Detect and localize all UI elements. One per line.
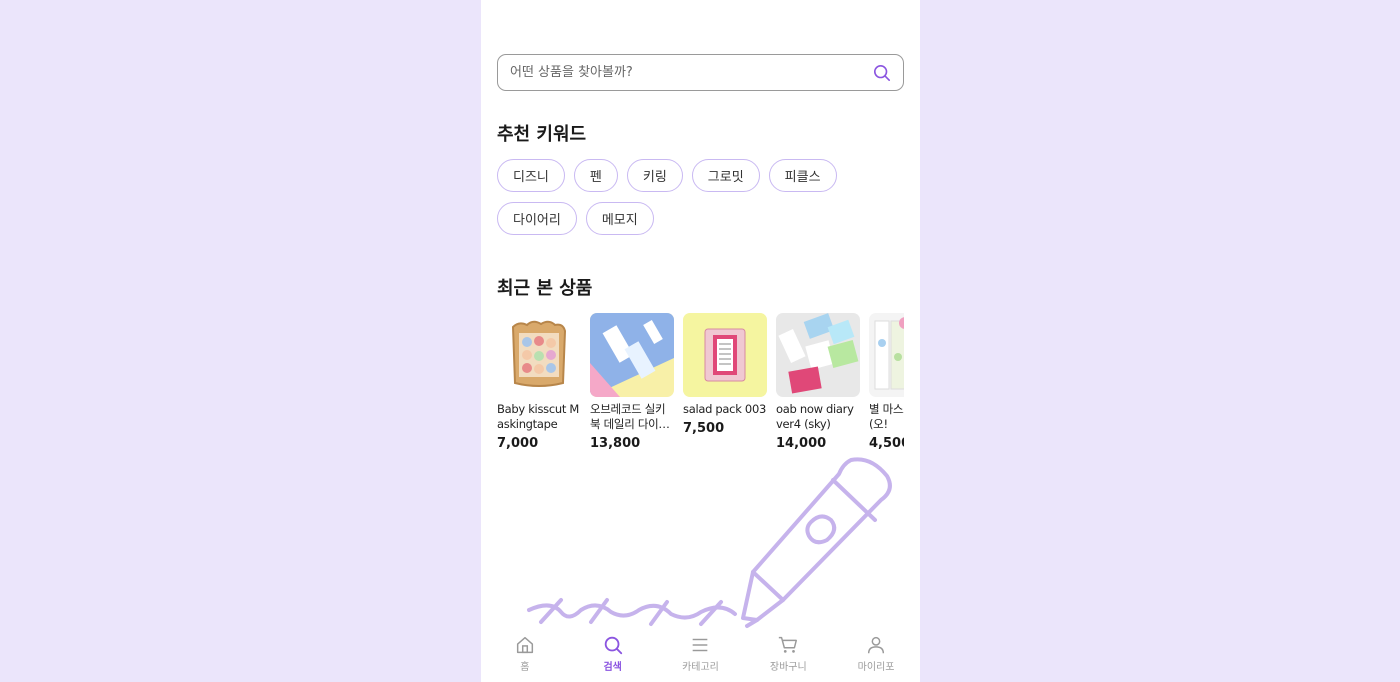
product-price: 7,500 [683, 421, 725, 436]
mobile-screen: 추천 키워드 디즈니 펜 키링 그로밋 피클스 다이어리 메모지 최근 본 상품… [481, 0, 920, 682]
product-name: 별 마스크 5종 (오! [869, 402, 904, 431]
cart-icon [779, 636, 798, 653]
home-icon [516, 636, 533, 654]
keyword-chip[interactable]: 키링 [626, 159, 683, 192]
keyword-chip[interactable]: 디즈니 [497, 159, 565, 192]
keyword-chip[interactable]: 피클스 [768, 159, 837, 192]
search-icon [604, 636, 622, 655]
tab-label: 카테고리 [682, 662, 719, 673]
search-bar[interactable] [497, 54, 904, 91]
user-icon [868, 636, 885, 654]
tab-cart[interactable]: 장바구니 [744, 628, 832, 682]
tab-search[interactable]: 검색 [569, 628, 657, 682]
product-image [683, 313, 767, 397]
keyword-chip[interactable]: 메모지 [585, 202, 654, 235]
product-image [497, 313, 581, 397]
tab-label: 마이리포 [857, 662, 895, 673]
tab-mypage[interactable]: 마이리포 [832, 628, 920, 682]
product-price: 13,800 [590, 436, 641, 451]
bottom-tab-bar: 홈 검색 카테고리 장바구니 마이리포 [481, 628, 920, 682]
keyword-chip[interactable]: 다이어리 [497, 202, 577, 235]
product-image [869, 313, 904, 397]
recent-products-title: 최근 본 상품 [497, 278, 593, 299]
product-image [590, 313, 674, 397]
product-name: Baby kisscut Maskingtape [497, 402, 580, 431]
search-input[interactable] [510, 65, 873, 80]
product-card[interactable]: 오브레코드 실키 북 데일리 다이… 13,800 [590, 313, 674, 463]
product-name: oab now diary ver4 (sky) [776, 402, 854, 431]
recent-product-list: Baby kisscut Maskingtape 7,000 오브레코드 실키 … [497, 313, 904, 463]
keyword-chip[interactable]: 그로밋 [691, 159, 760, 192]
keyword-list: 디즈니 펜 키링 그로밋 피클스 다이어리 메모지 [497, 159, 877, 235]
tab-label: 홈 [520, 662, 530, 673]
product-price: 7,000 [497, 436, 539, 451]
menu-icon [693, 638, 708, 652]
product-image [776, 313, 860, 397]
product-price: 14,000 [776, 436, 827, 451]
search-icon[interactable] [873, 64, 891, 82]
product-card[interactable]: Baby kisscut Maskingtape 7,000 [497, 313, 581, 463]
recommended-keywords-title: 추천 키워드 [497, 124, 587, 145]
tab-label: 장바구니 [769, 662, 807, 673]
tab-home[interactable]: 홈 [481, 628, 569, 682]
tab-category[interactable]: 카테고리 [657, 628, 745, 682]
keyword-chip[interactable]: 펜 [573, 159, 618, 192]
product-name: 오브레코드 실키 북 데일리 다이… [590, 402, 670, 431]
product-card[interactable]: salad pack 003 7,500 [683, 313, 767, 463]
product-card[interactable]: oab now diary ver4 (sky) 14,000 [776, 313, 860, 463]
product-card[interactable]: 별 마스크 5종 (오! 4,500 [869, 313, 904, 463]
pen-illustration [527, 457, 892, 628]
tab-label: 검색 [603, 662, 622, 673]
product-price: 4,500 [869, 436, 904, 451]
